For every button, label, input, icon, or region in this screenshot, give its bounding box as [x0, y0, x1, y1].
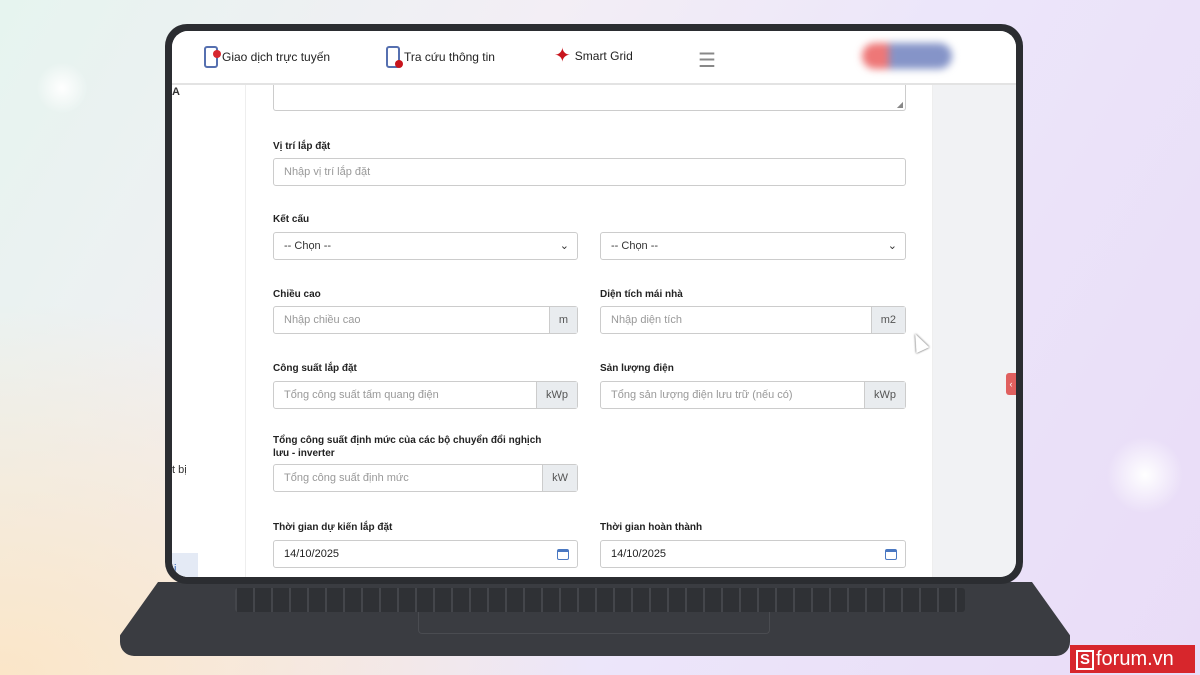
- inverter-input[interactable]: Tổng công suất định mức kW: [273, 464, 578, 492]
- nav-smart-grid[interactable]: ✦ Smart Grid: [554, 46, 633, 66]
- end-date-input[interactable]: 14/10/2025: [600, 540, 906, 568]
- capacity-input[interactable]: Tổng công suất tấm quang điện kWp: [273, 381, 578, 409]
- resize-handle-icon[interactable]: ◢: [897, 100, 903, 109]
- sidebar-fragment: A: [172, 86, 180, 98]
- unit-addon: kWp: [864, 382, 905, 408]
- logo-mark: S: [1076, 649, 1094, 670]
- structure-label: Kết cấu: [273, 214, 310, 225]
- sparkle-decoration: [1100, 430, 1190, 520]
- date-value: 14/10/2025: [611, 548, 667, 560]
- calendar-icon[interactable]: [885, 549, 897, 560]
- logo-text: forum.vn: [1096, 648, 1174, 670]
- sparkle-decoration: [32, 58, 92, 118]
- capacity-label: Công suất lắp đặt: [273, 363, 357, 374]
- height-input[interactable]: Nhập chiều cao m: [273, 306, 578, 334]
- unit-addon: m: [548, 307, 577, 333]
- placeholder: Tổng công suất tấm quang điện: [284, 389, 439, 401]
- select-value: -- Chọn --: [611, 240, 659, 252]
- unit-addon: kW: [542, 465, 577, 491]
- user-avatar-blurred[interactable]: [862, 43, 952, 69]
- location-label: Vị trí lắp đặt: [273, 141, 331, 152]
- inverter-label: Tổng công suất định mức của các bộ chuyể…: [273, 435, 542, 459]
- structure-select-2[interactable]: -- Chọn -- ⌄: [600, 232, 906, 260]
- chevron-down-icon: ⌄: [887, 240, 897, 252]
- nav-lookup-info[interactable]: Tra cứu thông tin: [386, 46, 495, 68]
- placeholder: Nhập chiều cao: [284, 314, 361, 326]
- collapse-panel-button[interactable]: ‹: [1006, 373, 1016, 395]
- sidebar-item-active[interactable]: i: [172, 553, 198, 577]
- output-input[interactable]: Tổng sản lượng điện lưu trữ (nếu có) kWp: [600, 381, 906, 409]
- output-label: Sản lượng điện: [600, 363, 674, 374]
- placeholder: Nhập diện tích: [611, 314, 682, 326]
- laptop-trackpad: [418, 612, 770, 634]
- roof-area-label: Diện tích mái nhà: [600, 289, 683, 300]
- chevron-down-icon: ⌄: [559, 240, 569, 252]
- structure-select-1[interactable]: -- Chọn -- ⌄: [273, 232, 578, 260]
- calendar-icon[interactable]: [557, 549, 569, 560]
- unit-addon: m2: [870, 307, 905, 333]
- placeholder: Nhập vị trí lắp đặt: [284, 166, 371, 178]
- date-value: 14/10/2025: [284, 548, 340, 560]
- roof-area-input[interactable]: Nhập diện tích m2: [600, 306, 906, 334]
- star-icon: ✦: [554, 45, 571, 67]
- nav-label: Smart Grid: [574, 49, 633, 63]
- sidebar-item[interactable]: t bị: [172, 464, 187, 476]
- sforum-logo: Sforum.vn: [1070, 645, 1195, 673]
- top-nav: Giao dịch trực tuyến Tra cứu thông tin ✦…: [172, 31, 1016, 85]
- select-value: -- Chọn --: [284, 240, 332, 252]
- nav-online-transactions[interactable]: Giao dịch trực tuyến: [204, 46, 330, 68]
- location-input[interactable]: Nhập vị trí lắp đặt: [273, 158, 906, 186]
- phone-alert-icon: [204, 46, 221, 68]
- placeholder: Tổng sản lượng điện lưu trữ (nếu có): [611, 389, 793, 401]
- notes-textarea[interactable]: ◢: [273, 85, 906, 111]
- nav-label: Tra cứu thông tin: [404, 50, 495, 64]
- nav-label: Giao dịch trực tuyến: [222, 50, 331, 64]
- sidebar: A t bị i: [172, 85, 245, 577]
- right-gutter: [933, 85, 1016, 577]
- start-date-label: Thời gian dự kiến lắp đặt: [273, 522, 393, 533]
- laptop-screen: Giao dịch trực tuyến Tra cứu thông tin ✦…: [172, 31, 1016, 577]
- placeholder: Tổng công suất định mức: [284, 472, 409, 484]
- end-date-label: Thời gian hoàn thành: [600, 522, 703, 533]
- laptop-keyboard: [235, 588, 965, 612]
- height-label: Chiều cao: [273, 289, 321, 300]
- hamburger-menu-icon[interactable]: ☰: [698, 48, 716, 73]
- unit-addon: kWp: [536, 382, 577, 408]
- document-search-icon: [386, 46, 403, 68]
- start-date-input[interactable]: 14/10/2025: [273, 540, 578, 568]
